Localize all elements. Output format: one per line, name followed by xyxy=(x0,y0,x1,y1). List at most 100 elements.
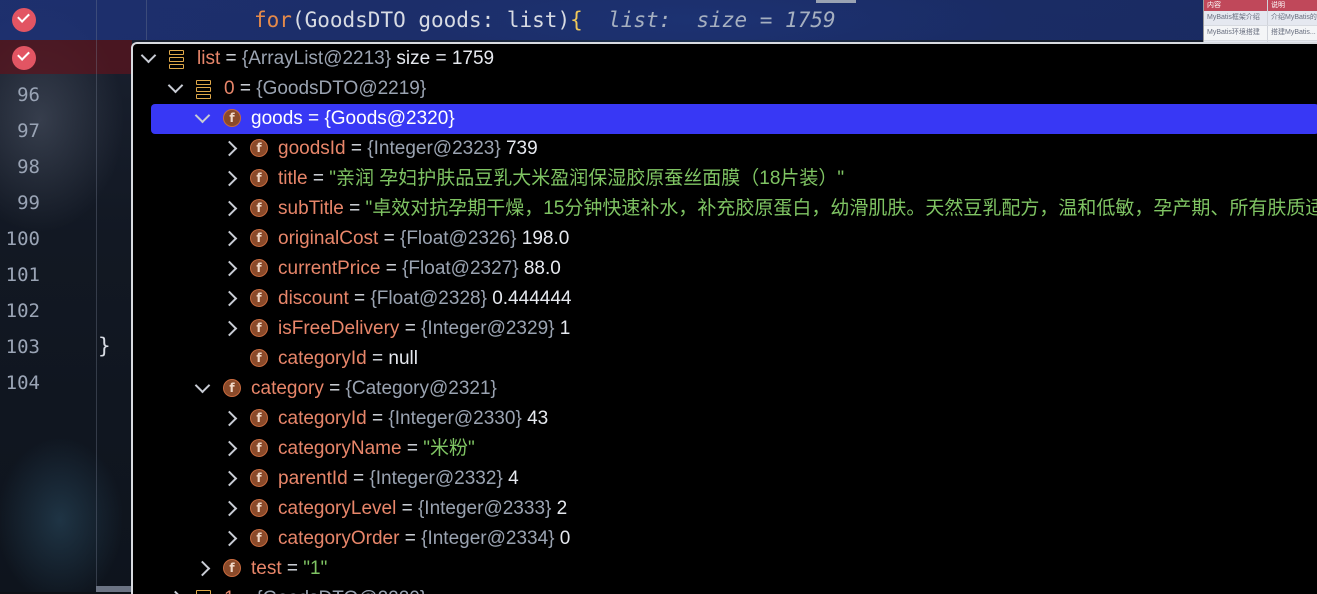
variable-text: 0 = {GoodsDTO@2219} xyxy=(224,74,426,104)
inline-debug-hint: list: size = 1759 xyxy=(608,8,836,32)
mini-table-header-cell: 内容 xyxy=(1204,0,1268,11)
equals-sign: = xyxy=(323,378,346,399)
object-reference: {Goods@2320} xyxy=(324,108,455,129)
chevron-right-icon[interactable] xyxy=(221,140,238,157)
chevron-right-icon[interactable] xyxy=(221,530,238,547)
variable-row-test[interactable]: f test = "1" xyxy=(133,554,1317,584)
chevron-right-icon[interactable] xyxy=(221,260,238,277)
field-icon: f xyxy=(250,259,268,277)
mini-table-cell: 搭建MyBatis... xyxy=(1271,29,1316,36)
breakpoint-check-icon[interactable] xyxy=(12,46,36,70)
chevron-right-icon[interactable] xyxy=(221,320,238,337)
variable-text: categoryName = "米粉" xyxy=(278,434,475,464)
equals-sign: = xyxy=(366,408,389,429)
object-reference: {GoodsDTO@2219} xyxy=(256,78,427,99)
variable-text: goods = {Goods@2320} xyxy=(251,104,455,134)
variable-row-discount[interactable]: f discount = {Float@2328} 0.444444 xyxy=(133,284,1317,314)
variable-row-0[interactable]: 0 = {GoodsDTO@2219} xyxy=(133,74,1317,104)
variable-text: category = {Category@2321} xyxy=(251,374,497,404)
equals-sign: = xyxy=(378,228,400,249)
line-number: 97 xyxy=(17,120,40,142)
field-icon: f xyxy=(250,349,268,367)
chevron-right-icon[interactable] xyxy=(221,500,238,517)
equals-sign: = xyxy=(348,288,371,309)
variable-row-categorylevel[interactable]: f categoryLevel = {Integer@2333} 2 xyxy=(133,494,1317,524)
variable-value: null xyxy=(388,348,418,369)
field-icon: f xyxy=(250,529,268,547)
object-reference: {Category@2321} xyxy=(345,378,497,399)
equals-sign: = xyxy=(380,258,403,279)
mini-table-header-cell: 说明 xyxy=(1271,2,1285,9)
variable-name: discount xyxy=(278,288,349,309)
chevron-right-icon[interactable] xyxy=(221,470,238,487)
object-reference: {Float@2327} xyxy=(402,258,519,279)
variable-row-goodsid[interactable]: f goodsId = {Integer@2323} 739 xyxy=(133,134,1317,164)
chevron-right-icon[interactable] xyxy=(221,290,238,307)
variable-text: 1 = {GoodsDTO@2220} xyxy=(224,584,426,594)
equals-sign: = xyxy=(235,588,257,594)
variable-row-goods[interactable]: f goods = {Goods@2320} xyxy=(151,104,1317,134)
line-number: 100 xyxy=(5,228,40,250)
variable-row-list[interactable]: list = {ArrayList@2213} size = 1759 xyxy=(133,44,1317,74)
variable-text: isFreeDelivery = {Integer@2329} 1 xyxy=(278,314,570,344)
chevron-right-icon[interactable] xyxy=(221,200,238,217)
breakpoint-check-icon[interactable] xyxy=(12,8,36,32)
chevron-right-icon[interactable] xyxy=(221,410,238,427)
chevron-down-icon[interactable] xyxy=(194,107,211,124)
variable-text: test = "1" xyxy=(251,554,327,584)
mini-table-row: MyBatis环境搭建 搭建MyBatis... xyxy=(1204,26,1317,41)
variable-name: goodsId xyxy=(278,138,346,159)
object-reference: {Float@2326} xyxy=(399,228,517,249)
variable-value: 198.0 xyxy=(516,228,570,249)
field-icon: f xyxy=(250,139,268,157)
variable-row-categoryid[interactable]: f categoryId = null xyxy=(133,344,1317,374)
list-icon xyxy=(196,590,211,594)
object-reference: {Integer@2329} xyxy=(421,318,555,339)
variable-row-categoryid[interactable]: f categoryId = {Integer@2330} 43 xyxy=(133,404,1317,434)
equals-sign: = xyxy=(343,198,366,219)
variable-value: "1" xyxy=(303,558,328,579)
variable-value: "亲润 孕妇护肤品豆乳大米盈润保湿胶原蚕丝面膜（18片装）" xyxy=(329,168,845,189)
variable-row-categoryorder[interactable]: f categoryOrder = {Integer@2334} 0 xyxy=(133,524,1317,554)
chevron-down-icon[interactable] xyxy=(140,47,157,64)
variable-name: test xyxy=(251,558,282,579)
variable-row-isfreedelivery[interactable]: f isFreeDelivery = {Integer@2329} 1 xyxy=(133,314,1317,344)
variable-text: categoryLevel = {Integer@2333} 2 xyxy=(278,494,567,524)
chevron-right-icon[interactable] xyxy=(194,560,211,577)
variable-row-categoryname[interactable]: f categoryName = "米粉" xyxy=(133,434,1317,464)
variable-name: isFreeDelivery xyxy=(278,318,400,339)
mini-table-row: MyBatis框架介绍介绍MyBatis的... xyxy=(1204,11,1317,26)
mini-table-header: 内容 说明 xyxy=(1204,0,1317,11)
object-reference: {ArrayList@2213} xyxy=(241,48,392,69)
variable-row-category[interactable]: f category = {Category@2321} xyxy=(133,374,1317,404)
variable-value: 0.444444 xyxy=(486,288,572,309)
chevron-down-icon[interactable] xyxy=(167,77,184,94)
variable-row-subtitle[interactable]: f subTitle = "卓效对抗孕期干燥，15分钟快速补水，补充胶原蛋白，幼滑… xyxy=(133,194,1317,224)
chevron-right-icon[interactable] xyxy=(221,170,238,187)
variable-row-1[interactable]: 1 = {GoodsDTO@2220} xyxy=(133,584,1317,594)
equals-sign: = xyxy=(234,78,257,99)
equals-sign: = xyxy=(220,48,242,69)
variable-row-originalcost[interactable]: f originalCost = {Float@2326} 198.0 xyxy=(133,224,1317,254)
object-reference: {Integer@2330} xyxy=(388,408,522,429)
debug-variables-popup[interactable]: list = {ArrayList@2213} size = 1759 0 = {… xyxy=(131,42,1317,594)
equals-sign: = xyxy=(401,438,424,459)
line-number: 98 xyxy=(17,156,40,178)
variable-value: 0 xyxy=(554,528,571,549)
field-icon: f xyxy=(223,379,241,397)
variable-text: parentId = {Integer@2332} 4 xyxy=(278,464,519,494)
field-icon: f xyxy=(223,109,241,127)
variable-row-title[interactable]: f title = "亲润 孕妇护肤品豆乳大米盈润保湿胶原蚕丝面膜（18片装）" xyxy=(133,164,1317,194)
variable-row-currentprice[interactable]: f currentPrice = {Float@2327} 88.0 xyxy=(133,254,1317,284)
variable-value: "卓效对抗孕期干燥，15分钟快速补水，补充胶原蛋白，幼滑肌肤。天然豆乳配方，温和… xyxy=(365,198,1317,219)
horizontal-scrollbar[interactable] xyxy=(96,586,132,592)
line-number: 102 xyxy=(5,300,40,322)
equals-sign: = xyxy=(281,558,304,579)
current-code-line[interactable]: for(GoodsDTO goods: list){ list: size = … xyxy=(254,8,836,32)
variable-row-parentid[interactable]: f parentId = {Integer@2332} 4 xyxy=(133,464,1317,494)
chevron-down-icon[interactable] xyxy=(194,377,211,394)
chevron-right-icon[interactable] xyxy=(221,440,238,457)
object-reference: {GoodsDTO@2220} xyxy=(256,588,426,594)
chevron-right-icon[interactable] xyxy=(221,230,238,247)
popup-scrollbar[interactable] xyxy=(1311,44,1317,594)
